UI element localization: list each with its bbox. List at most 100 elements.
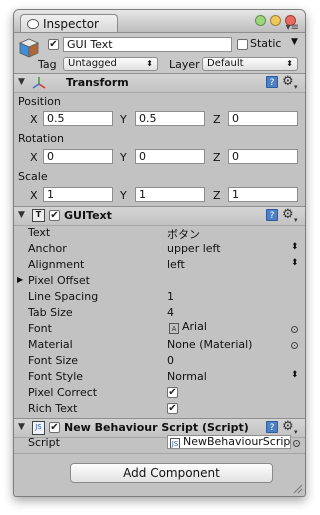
axis-y-label: Y [120, 151, 127, 164]
script-enabled-checkbox[interactable]: ✔ [49, 422, 60, 433]
text-label: Text [28, 226, 51, 239]
position-z-input[interactable]: 0 [228, 111, 298, 126]
position-y-input[interactable]: 0.5 [135, 111, 205, 126]
title-bar: Inspector ▾≡ [14, 10, 305, 33]
script-label: Script [28, 436, 60, 449]
help-icon[interactable]: ? [266, 76, 278, 88]
guitext-header[interactable]: ▼ T ✔ GUIText ? ⚙ ▾ [14, 206, 305, 226]
gameobject-cube-icon [19, 38, 39, 58]
pixel-offset-label[interactable]: Pixel Offset [28, 274, 90, 287]
anchor-label: Anchor [28, 242, 67, 255]
tab-inspector[interactable]: Inspector [20, 14, 118, 32]
gameobject-header: ✔ GUI Text Static ▼ Tag Untagged ⬍ Layer… [14, 33, 305, 78]
layer-dropdown[interactable]: Default ⬍ [202, 57, 298, 71]
alignment-dropdown[interactable]: left [167, 258, 185, 271]
text-value[interactable]: ボタン [167, 226, 200, 242]
object-picker-icon[interactable] [291, 342, 298, 349]
gear-icon[interactable]: ⚙ [282, 207, 294, 222]
scale-z-input[interactable]: 1 [228, 187, 298, 202]
transform-axes-icon [32, 77, 46, 89]
guitext-icon: T [32, 209, 45, 222]
help-icon[interactable]: ? [266, 421, 278, 433]
script-component-title: New Behaviour Script (Script) [64, 421, 249, 434]
static-label: Static [250, 37, 282, 50]
font-size-value[interactable]: 0 [167, 354, 174, 367]
axis-x-label: X [30, 189, 38, 202]
updown-arrows-icon: ⬍ [286, 59, 293, 68]
script-value: NewBehaviourScript [183, 435, 291, 448]
gear-dropdown-icon: ▾ [294, 428, 298, 436]
tab-size-label: Tab Size [28, 306, 73, 319]
divider [14, 453, 305, 454]
updown-arrows-icon[interactable]: ⬍ [291, 242, 299, 252]
pixel-correct-label: Pixel Correct [28, 386, 98, 399]
updown-arrows-icon[interactable]: ⬍ [291, 370, 299, 380]
tag-dropdown[interactable]: Untagged ⬍ [63, 57, 158, 71]
script-field[interactable]: JS NewBehaviourScript [167, 435, 291, 449]
panel-menu-icon[interactable]: ▾≡ [286, 22, 299, 33]
rotation-x-input[interactable]: 0 [43, 149, 113, 164]
scale-y-input[interactable]: 1 [135, 187, 205, 202]
pixel-correct-checkbox[interactable]: ✔ [167, 387, 178, 398]
object-name-input[interactable]: GUI Text [63, 37, 232, 52]
inspector-window: Inspector ▾≡ ✔ GUI Text Static ▼ Tag Unt… [13, 9, 306, 497]
layer-value: Default [207, 58, 244, 69]
layer-label: Layer [169, 58, 200, 71]
position-label: Position [18, 95, 61, 108]
axis-z-label: Z [213, 151, 221, 164]
axis-x-label: X [30, 151, 38, 164]
gear-icon[interactable]: ⚙ [282, 74, 294, 89]
transform-header[interactable]: ▼ Transform ? ⚙ ▾ [14, 73, 305, 93]
alignment-label: Alignment [28, 258, 85, 271]
transform-title: Transform [66, 76, 129, 89]
fold-arrow-icon[interactable]: ▼ [18, 77, 25, 87]
object-picker-icon[interactable] [291, 326, 298, 333]
fold-arrow-icon[interactable]: ▼ [18, 210, 25, 220]
tab-size-value[interactable]: 4 [167, 306, 174, 319]
scale-x-input[interactable]: 1 [43, 187, 113, 202]
help-icon[interactable]: ? [266, 209, 278, 221]
font-label: Font [28, 322, 52, 335]
inspector-icon [27, 19, 39, 29]
rich-text-label: Rich Text [28, 402, 78, 415]
axis-y-label: Y [120, 113, 127, 126]
guitext-enabled-checkbox[interactable]: ✔ [49, 210, 60, 221]
updown-arrows-icon: ⬍ [146, 59, 153, 68]
rotation-label: Rotation [18, 132, 65, 145]
static-checkbox[interactable] [237, 39, 248, 50]
font-style-dropdown[interactable]: Normal [167, 370, 207, 383]
object-picker-icon[interactable] [293, 440, 300, 447]
tag-label: Tag [38, 58, 57, 71]
font-style-label: Font Style [28, 370, 84, 383]
rotation-y-input[interactable]: 0 [135, 149, 205, 164]
axis-z-label: Z [213, 113, 221, 126]
gear-icon[interactable]: ⚙ [282, 419, 294, 434]
axis-x-label: X [30, 113, 38, 126]
active-checkbox[interactable]: ✔ [48, 39, 59, 50]
position-x-input[interactable]: 0.5 [43, 111, 113, 126]
rotation-z-input[interactable]: 0 [228, 149, 298, 164]
scale-label: Scale [18, 170, 48, 183]
minimize-button[interactable] [270, 15, 281, 26]
line-spacing-label: Line Spacing [28, 290, 99, 303]
font-asset-icon: A [169, 323, 179, 334]
anchor-dropdown[interactable]: upper left [167, 242, 221, 255]
fold-arrow-icon[interactable]: ▼ [18, 422, 25, 432]
font-value: Arial [182, 321, 207, 333]
line-spacing-value[interactable]: 1 [167, 290, 174, 303]
updown-arrows-icon[interactable]: ⬍ [291, 258, 299, 268]
axis-z-label: Z [213, 189, 221, 202]
expand-arrow-icon[interactable]: ▶ [17, 275, 23, 284]
add-component-button[interactable]: Add Component [70, 463, 273, 483]
tag-value: Untagged [68, 58, 117, 69]
axis-y-label: Y [120, 189, 127, 202]
font-field[interactable]: A Arial [167, 321, 283, 335]
resize-grip-icon[interactable] [293, 484, 303, 494]
zoom-button[interactable] [255, 15, 266, 26]
font-size-label: Font Size [28, 354, 79, 367]
rich-text-checkbox[interactable]: ✔ [167, 403, 178, 414]
material-label: Material [28, 338, 73, 351]
material-field[interactable]: None (Material) [167, 338, 252, 351]
tab-label: Inspector [43, 17, 99, 31]
static-dropdown-arrow-icon[interactable]: ▼ [291, 37, 298, 47]
